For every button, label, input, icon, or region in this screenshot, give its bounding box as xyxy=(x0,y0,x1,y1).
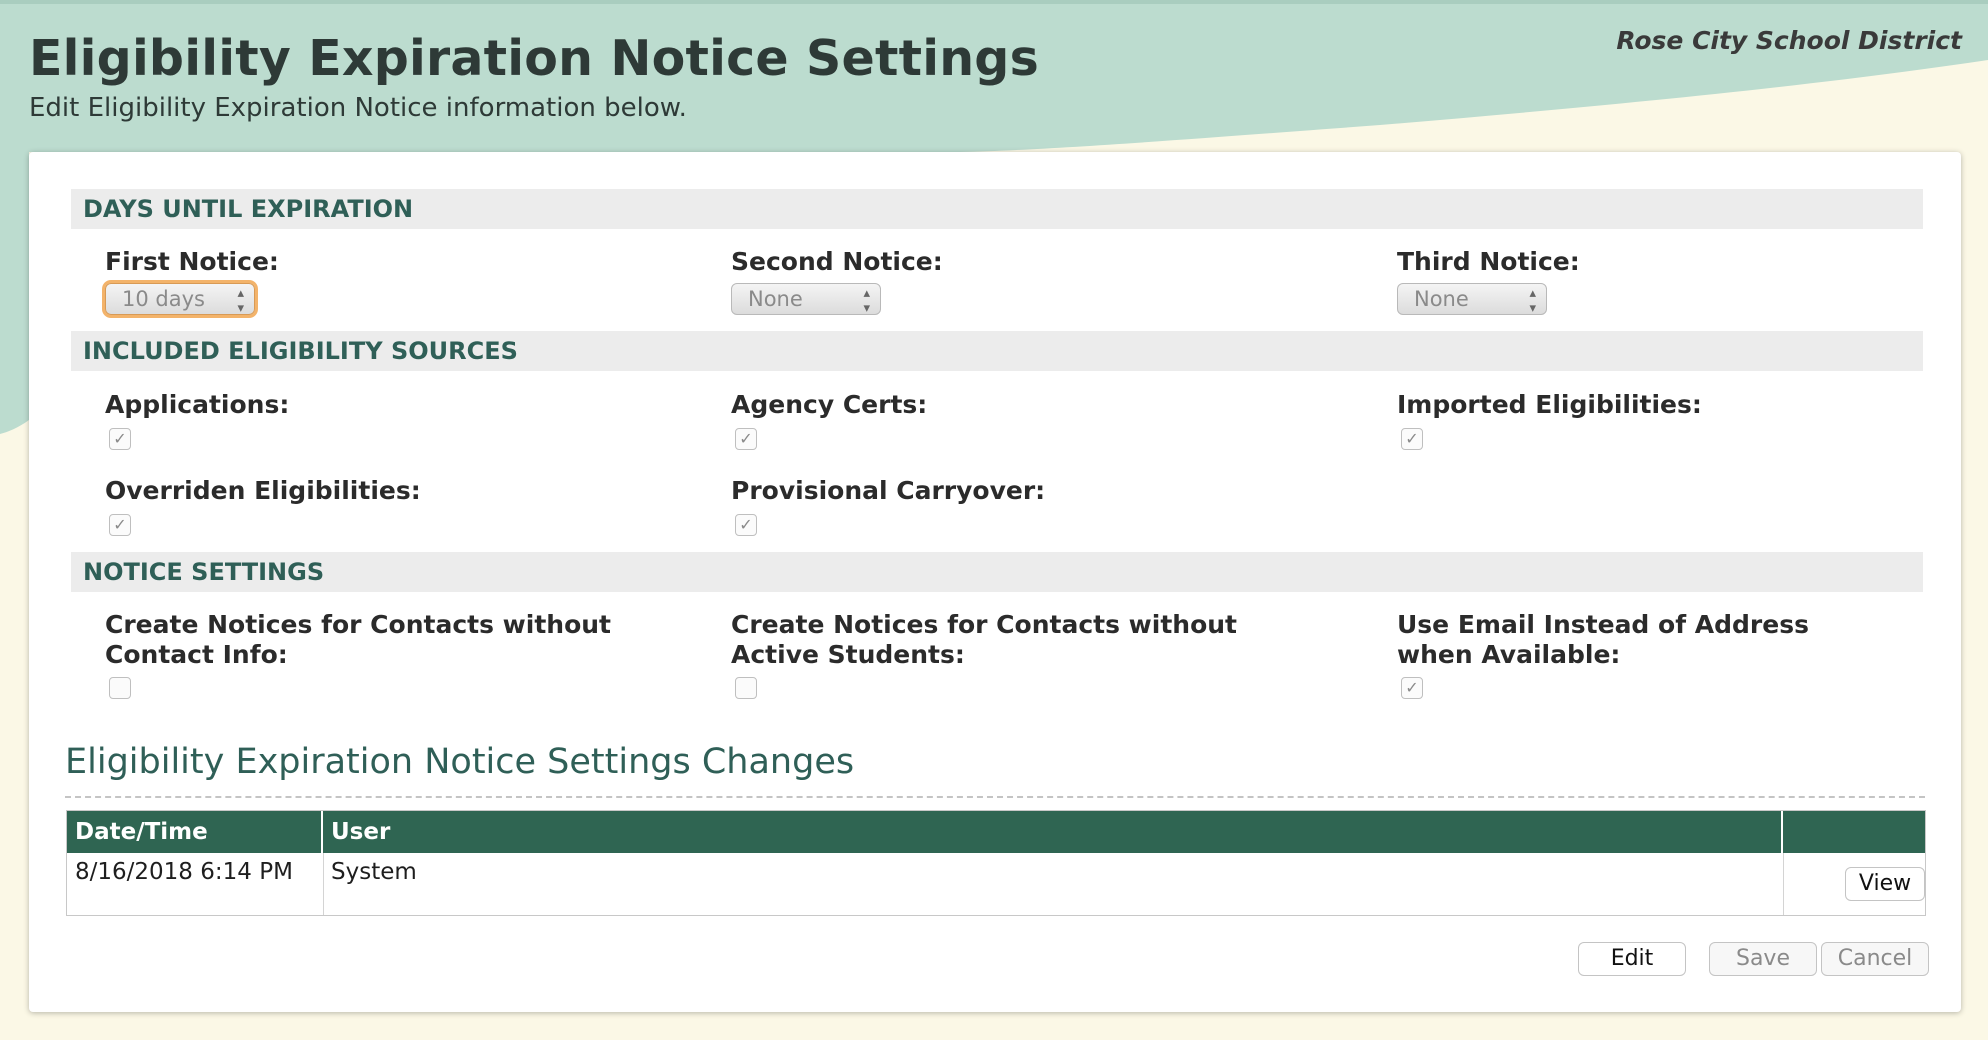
use-email-checkbox[interactable]: ✓ xyxy=(1401,677,1423,699)
no-contact-info-checkbox[interactable] xyxy=(109,677,131,699)
checkmark-icon: ✓ xyxy=(739,515,753,534)
second-notice-value: None xyxy=(748,287,803,311)
second-notice-select[interactable]: None ▴ ▾ xyxy=(731,283,881,316)
imported-eligibilities-label: Imported Eligibilities: xyxy=(1397,390,1702,419)
edit-button[interactable]: Edit xyxy=(1578,942,1686,976)
overriden-eligibilities-label: Overriden Eligibilities: xyxy=(105,476,421,505)
provisional-carryover-checkbox[interactable]: ✓ xyxy=(735,514,757,536)
third-notice-field: Third Notice: xyxy=(1397,247,1580,277)
third-notice-select[interactable]: None ▴ ▾ xyxy=(1397,283,1547,316)
checkmark-icon: ✓ xyxy=(113,429,127,448)
overriden-eligibilities-field: Overriden Eligibilities: xyxy=(105,476,421,506)
no-active-students-field: Create Notices for Contacts without Acti… xyxy=(731,610,1311,670)
checkmark-icon: ✓ xyxy=(1405,678,1419,697)
applications-field: Applications: xyxy=(105,390,289,420)
page-subtitle: Edit Eligibility Expiration Notice infor… xyxy=(29,93,687,123)
column-divider xyxy=(1783,853,1784,915)
column-header-action xyxy=(1783,811,1925,853)
third-notice-label: Third Notice: xyxy=(1397,247,1580,276)
page-title: Eligibility Expiration Notice Settings xyxy=(29,30,1039,87)
page-header: Eligibility Expiration Notice Settings E… xyxy=(29,30,1039,123)
checkmark-icon: ✓ xyxy=(739,429,753,448)
first-notice-value: 10 days xyxy=(122,287,205,311)
provisional-carryover-label: Provisional Carryover: xyxy=(731,476,1046,505)
cell-user: System xyxy=(331,859,417,885)
section-days-until-expiration: DAYS UNTIL EXPIRATION xyxy=(71,189,1923,229)
first-notice-label: First Notice: xyxy=(105,247,279,276)
no-contact-info-label: Create Notices for Contacts without Cont… xyxy=(105,610,612,669)
settings-panel: DAYS UNTIL EXPIRATION First Notice: 10 d… xyxy=(29,152,1961,1012)
first-notice-select[interactable]: 10 days ▴ ▾ xyxy=(105,283,255,316)
view-button[interactable]: View xyxy=(1845,867,1925,901)
use-email-field: Use Email Instead of Address when Availa… xyxy=(1397,610,1877,670)
checkmark-icon: ✓ xyxy=(113,515,127,534)
save-button[interactable]: Save xyxy=(1709,942,1817,976)
no-active-students-checkbox[interactable] xyxy=(735,677,757,699)
second-notice-field: Second Notice: xyxy=(731,247,943,277)
select-arrows-icon: ▴ ▾ xyxy=(237,286,244,316)
first-notice-field: First Notice: xyxy=(105,247,279,277)
third-notice-value: None xyxy=(1414,287,1469,311)
agency-certs-field: Agency Certs: xyxy=(731,390,927,420)
select-arrows-icon: ▴ ▾ xyxy=(1529,286,1536,316)
cancel-button[interactable]: Cancel xyxy=(1821,942,1929,976)
provisional-carryover-field: Provisional Carryover: xyxy=(731,476,1045,506)
applications-checkbox[interactable]: ✓ xyxy=(109,428,131,450)
column-header-datetime[interactable]: Date/Time xyxy=(67,811,323,853)
agency-certs-label: Agency Certs: xyxy=(731,390,928,419)
use-email-label: Use Email Instead of Address when Availa… xyxy=(1397,610,1809,669)
column-header-user[interactable]: User xyxy=(323,811,1783,853)
changes-title: Eligibility Expiration Notice Settings C… xyxy=(65,742,855,782)
second-notice-label: Second Notice: xyxy=(731,247,943,276)
imported-eligibilities-checkbox[interactable]: ✓ xyxy=(1401,428,1423,450)
imported-eligibilities-field: Imported Eligibilities: xyxy=(1397,390,1702,420)
applications-label: Applications: xyxy=(105,390,290,419)
select-arrows-icon: ▴ ▾ xyxy=(863,286,870,316)
section-notice-settings: NOTICE SETTINGS xyxy=(71,552,1923,592)
agency-certs-checkbox[interactable]: ✓ xyxy=(735,428,757,450)
cell-datetime: 8/16/2018 6:14 PM xyxy=(75,859,293,885)
table-header: Date/Time User xyxy=(67,811,1925,853)
district-name: Rose City School District xyxy=(1616,26,1962,55)
overriden-eligibilities-checkbox[interactable]: ✓ xyxy=(109,514,131,536)
checkmark-icon: ✓ xyxy=(1405,429,1419,448)
divider xyxy=(65,796,1925,798)
no-contact-info-field: Create Notices for Contacts without Cont… xyxy=(105,610,685,670)
changes-table: Date/Time User 8/16/2018 6:14 PM System … xyxy=(66,810,1926,916)
section-included-eligibility-sources: INCLUDED ELIGIBILITY SOURCES xyxy=(71,331,1923,371)
no-active-students-label: Create Notices for Contacts without Acti… xyxy=(731,610,1238,669)
